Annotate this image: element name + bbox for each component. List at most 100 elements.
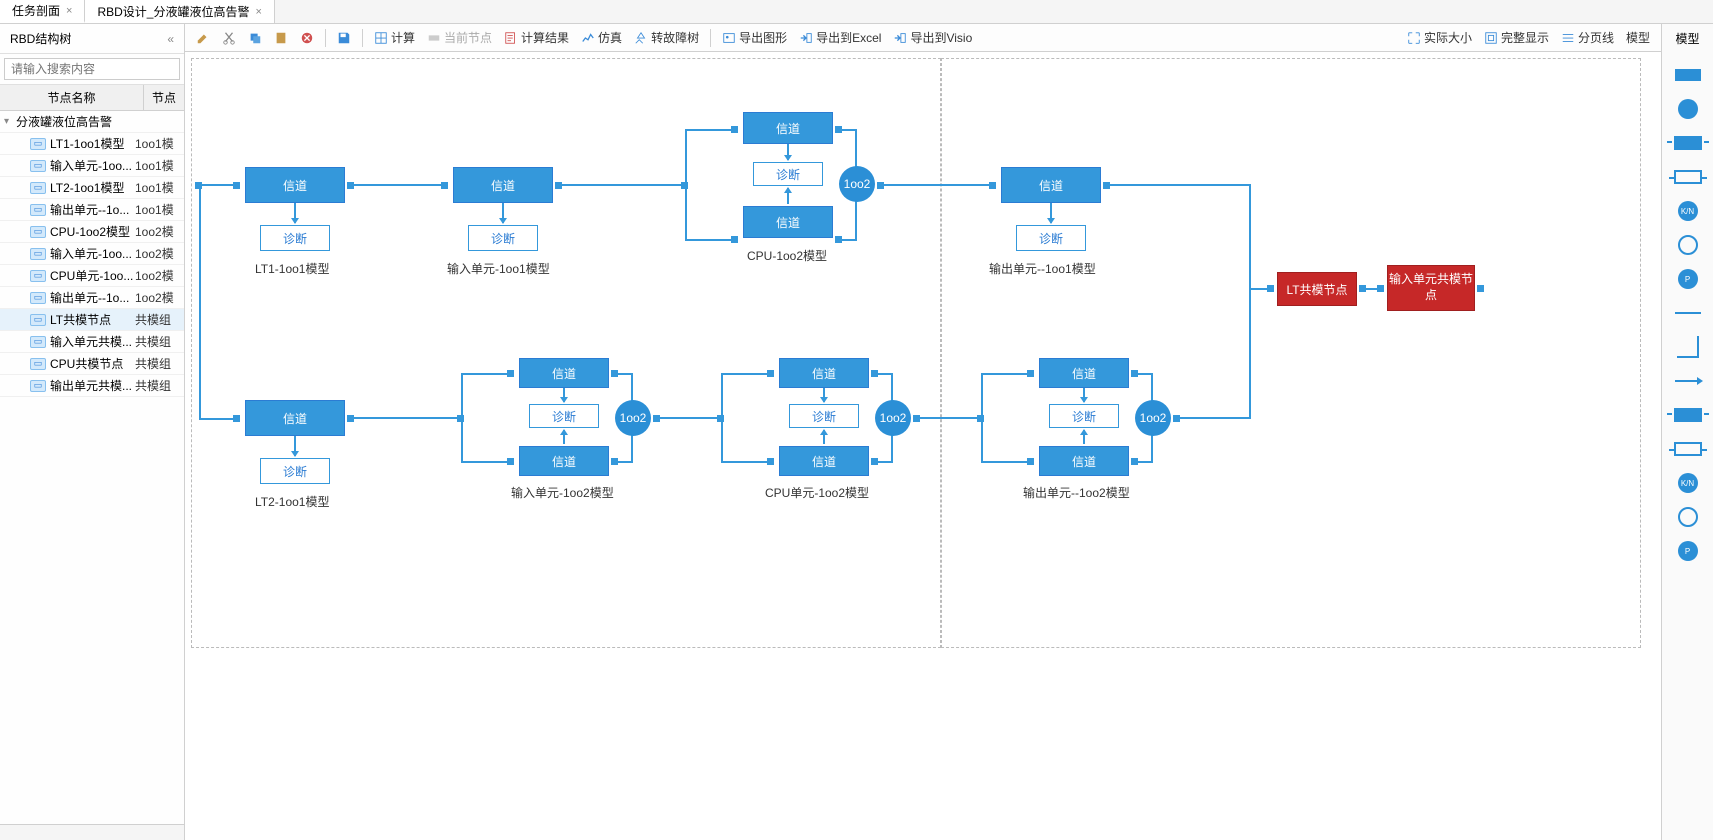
palette-compound-filled-2[interactable] <box>1673 405 1703 425</box>
block-diagnosis[interactable]: 诊断 <box>260 225 330 251</box>
export-excel-button[interactable]: 导出到Excel <box>794 26 886 49</box>
block-diagnosis[interactable]: 诊断 <box>789 404 859 428</box>
connector-port[interactable] <box>1377 285 1384 292</box>
block-input-common[interactable]: 输入单元共模节点 <box>1387 265 1475 311</box>
palette-compound-outline-2[interactable] <box>1673 439 1703 459</box>
tree-caret-icon[interactable]: ▾ <box>4 116 16 127</box>
block-channel[interactable]: 信道 <box>779 446 869 476</box>
model-dropdown[interactable]: 模型 <box>1621 26 1655 49</box>
tree-row[interactable]: ▭CPU-1oo2模型1oo2模 <box>0 221 184 243</box>
block-diagnosis[interactable]: 诊断 <box>260 458 330 484</box>
connector-port[interactable] <box>1267 285 1274 292</box>
gate-1oo2[interactable]: 1oo2 <box>615 400 651 436</box>
palette-p[interactable]: P <box>1673 269 1703 289</box>
block-channel[interactable]: 信道 <box>453 167 553 203</box>
palette-circle[interactable] <box>1673 99 1703 119</box>
tree-row[interactable]: ▭输出单元--1o...1oo2模 <box>0 287 184 309</box>
connector-port[interactable] <box>989 182 996 189</box>
connector-port[interactable] <box>731 126 738 133</box>
palette-compound-outline[interactable] <box>1673 167 1703 187</box>
tab-rbd-design[interactable]: RBD设计_分液罐液位高告警 × <box>85 0 274 23</box>
connector-port[interactable] <box>507 370 514 377</box>
simulate-button[interactable]: 仿真 <box>576 26 627 49</box>
tree-row[interactable]: ▭LT2-1oo1模型1oo1模 <box>0 177 184 199</box>
block-channel[interactable]: 信道 <box>743 112 833 144</box>
delete-button[interactable] <box>295 28 319 48</box>
palette-switch[interactable] <box>1673 235 1703 255</box>
sidebar-hscroll[interactable] <box>0 824 184 840</box>
block-channel[interactable]: 信道 <box>743 206 833 238</box>
collapse-icon[interactable]: « <box>167 32 174 46</box>
connector-port[interactable] <box>731 236 738 243</box>
block-channel[interactable]: 信道 <box>245 400 345 436</box>
palette-switch-2[interactable] <box>1673 507 1703 527</box>
tree-row[interactable]: ▭输出单元--1o...1oo1模 <box>0 199 184 221</box>
connector-port[interactable] <box>233 182 240 189</box>
gate-1oo2[interactable]: 1oo2 <box>839 166 875 202</box>
block-diagnosis[interactable]: 诊断 <box>1049 404 1119 428</box>
cut-button[interactable] <box>217 28 241 48</box>
block-diagnosis[interactable]: 诊断 <box>529 404 599 428</box>
tree-row[interactable]: ▭输入单元共模...共模组 <box>0 331 184 353</box>
gate-1oo2[interactable]: 1oo2 <box>875 400 911 436</box>
tree-node-type: 共模组 <box>135 355 180 372</box>
close-icon[interactable]: × <box>255 6 261 18</box>
paste-button[interactable] <box>269 28 293 48</box>
block-channel[interactable]: 信道 <box>1039 358 1129 388</box>
node-type-icon: ▭ <box>30 204 46 216</box>
page-boundary <box>191 58 941 648</box>
block-channel[interactable]: 信道 <box>1001 167 1101 203</box>
tree-row[interactable]: ▾分液罐液位高告警 <box>0 111 184 133</box>
save-button[interactable] <box>332 28 356 48</box>
palette-compound-filled[interactable] <box>1673 133 1703 153</box>
connector-port[interactable] <box>1027 370 1034 377</box>
canvas[interactable]: 信道 诊断 LT1-1oo1模型 信道 诊断 输入单元-1oo1模型 <box>185 52 1661 840</box>
page-line-button[interactable]: 分页线 <box>1556 26 1619 49</box>
current-node-button[interactable]: 当前节点 <box>422 26 497 49</box>
palette-rect[interactable] <box>1673 65 1703 85</box>
connector-port[interactable] <box>767 370 774 377</box>
block-channel[interactable]: 信道 <box>779 358 869 388</box>
palette-line[interactable] <box>1673 303 1703 323</box>
palette-arrow[interactable] <box>1673 371 1703 391</box>
calc-result-button[interactable]: 计算结果 <box>499 26 574 49</box>
tree-row[interactable]: ▭LT1-1oo1模型1oo1模 <box>0 133 184 155</box>
tree-row[interactable]: ▭输入单元-1oo...1oo1模 <box>0 155 184 177</box>
palette-lbend[interactable] <box>1673 337 1703 357</box>
export-image-button[interactable]: 导出图形 <box>717 26 792 49</box>
block-channel[interactable]: 信道 <box>245 167 345 203</box>
palette-kn[interactable]: K/N <box>1673 201 1703 221</box>
connector-port[interactable] <box>233 415 240 422</box>
block-lt-common[interactable]: LT共模节点 <box>1277 272 1357 306</box>
connector-port[interactable] <box>1477 285 1484 292</box>
tree-row[interactable]: ▭输出单元共模...共模组 <box>0 375 184 397</box>
block-channel[interactable]: 信道 <box>1039 446 1129 476</box>
tree-row[interactable]: ▭CPU单元-1oo...1oo2模 <box>0 265 184 287</box>
palette-p-2[interactable]: P <box>1673 541 1703 561</box>
block-channel[interactable]: 信道 <box>519 446 609 476</box>
tree-row[interactable]: ▭LT共模节点共模组 <box>0 309 184 331</box>
actual-size-button[interactable]: 实际大小 <box>1402 26 1477 49</box>
block-channel[interactable]: 信道 <box>519 358 609 388</box>
tree-row[interactable]: ▭输入单元-1oo...1oo2模 <box>0 243 184 265</box>
search-input[interactable] <box>4 58 180 80</box>
fault-tree-button[interactable]: 转故障树 <box>629 26 704 49</box>
block-diagnosis[interactable]: 诊断 <box>753 162 823 186</box>
close-icon[interactable]: × <box>66 5 72 17</box>
wire <box>461 373 463 463</box>
calc-button[interactable]: 计算 <box>369 26 420 49</box>
fit-button[interactable]: 完整显示 <box>1479 26 1554 49</box>
connector-port[interactable] <box>441 182 448 189</box>
block-diagnosis[interactable]: 诊断 <box>468 225 538 251</box>
gate-1oo2[interactable]: 1oo2 <box>1135 400 1171 436</box>
tab-task-profile[interactable]: 任务剖面 × <box>0 0 85 23</box>
block-diagnosis[interactable]: 诊断 <box>1016 225 1086 251</box>
copy-button[interactable] <box>243 28 267 48</box>
connector-port[interactable] <box>507 458 514 465</box>
connector-port[interactable] <box>1027 458 1034 465</box>
export-visio-button[interactable]: 导出到Visio <box>888 26 977 49</box>
edit-button[interactable] <box>191 28 215 48</box>
connector-port[interactable] <box>767 458 774 465</box>
palette-kn-2[interactable]: K/N <box>1673 473 1703 493</box>
tree-row[interactable]: ▭CPU共模节点共模组 <box>0 353 184 375</box>
